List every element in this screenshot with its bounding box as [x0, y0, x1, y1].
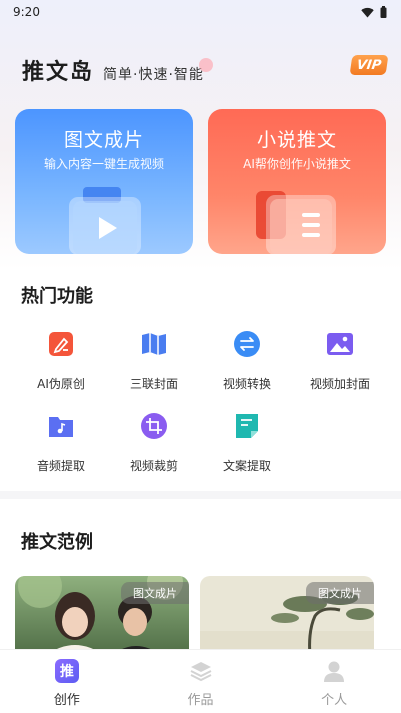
slogan-text: 简单·快速·智能	[103, 67, 204, 83]
section-divider	[0, 491, 401, 499]
feature-ai-rewrite[interactable]: AI伪原创	[13, 330, 109, 400]
status-icons	[361, 6, 387, 18]
app-name: 推文岛	[22, 60, 95, 85]
feature-label: 文案提取	[222, 459, 271, 473]
book-icon	[256, 191, 336, 254]
feature-triple-cover[interactable]: 三联封面	[106, 330, 202, 400]
app-header: 推文岛 简单·快速·智能	[22, 54, 213, 86]
example-tag: 图文成片	[121, 582, 189, 604]
bottom-navigation: 推 创作 作品 个人	[0, 649, 401, 713]
nav-create[interactable]: 推 创作	[0, 650, 134, 713]
decorative-dot	[198, 58, 213, 72]
examples-title: 推文范例	[21, 532, 93, 553]
feature-label: 视频转换	[222, 377, 271, 391]
document-icon	[236, 414, 258, 438]
nav-label: 作品	[187, 693, 214, 708]
feature-label: 三联封面	[129, 377, 178, 391]
status-bar: 9:20	[0, 0, 401, 24]
hot-features-title: 热门功能	[21, 286, 93, 307]
feature-label: AI伪原创	[37, 377, 85, 391]
nav-label: 创作	[53, 693, 80, 708]
feature-video-convert[interactable]: 视频转换	[199, 330, 295, 400]
person-icon	[324, 661, 345, 682]
card-subtitle: 输入内容一键生成视频	[43, 157, 164, 171]
nav-works[interactable]: 作品	[134, 650, 268, 713]
nav-profile[interactable]: 个人	[267, 650, 401, 713]
nav-label: 个人	[321, 693, 348, 708]
crop-icon	[141, 413, 167, 439]
example-tag: 图文成片	[306, 582, 374, 604]
ai-rewrite-icon	[49, 332, 73, 356]
novel-promo-card[interactable]: 小说推文 AI帮你创作小说推文	[208, 109, 386, 254]
example-card[interactable]: 图文成片	[200, 576, 374, 656]
card-subtitle: AI帮你创作小说推文	[243, 157, 351, 171]
card-title: 小说推文	[256, 129, 337, 151]
wifi-icon	[361, 7, 374, 17]
image-text-video-card[interactable]: 图文成片 输入内容一键生成视频	[15, 109, 193, 254]
card-title: 图文成片	[63, 129, 144, 151]
feature-label: 视频裁剪	[129, 459, 178, 473]
feature-label: 音频提取	[36, 459, 85, 473]
image-icon	[327, 333, 353, 355]
create-icon-glyph: 推	[59, 664, 74, 680]
status-time: 9:20	[13, 5, 40, 19]
feature-video-crop[interactable]: 视频裁剪	[106, 412, 202, 482]
convert-icon	[234, 331, 260, 357]
feature-video-add-cover[interactable]: 视频加封面	[292, 330, 388, 400]
battery-icon	[380, 6, 387, 18]
map-icon	[142, 333, 166, 355]
create-icon: 推	[54, 659, 79, 683]
feature-audio-extract[interactable]: 音频提取	[13, 412, 109, 482]
feature-label: 视频加封面	[309, 377, 370, 391]
feature-copy-extract[interactable]: 文案提取	[199, 412, 295, 482]
example-card[interactable]: 图文成片	[15, 576, 189, 656]
play-folder-icon	[69, 187, 141, 254]
music-folder-icon	[49, 417, 73, 437]
layers-icon	[190, 662, 211, 682]
app-slogan: 简单·快速·智能	[103, 58, 213, 84]
vip-button[interactable]: VIP	[349, 55, 389, 75]
